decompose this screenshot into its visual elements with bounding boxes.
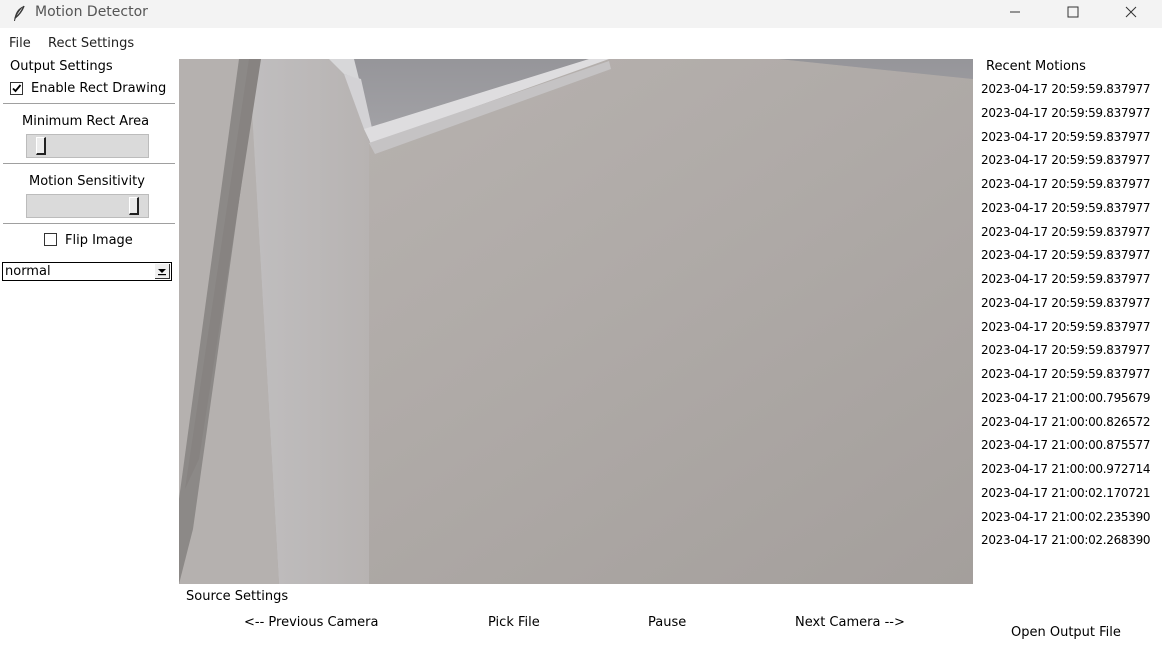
list-item[interactable]: 2023-04-17 20:59:59.837977 <box>981 106 1162 130</box>
list-item[interactable]: 2023-04-17 21:00:02.170721 <box>981 486 1162 510</box>
divider <box>3 103 175 105</box>
minimum-rect-area-label: Minimum Rect Area <box>22 114 150 129</box>
pause-button[interactable]: Pause <box>648 615 686 630</box>
list-item[interactable]: 2023-04-17 21:00:02.235390 <box>981 510 1162 534</box>
chevron-down-icon[interactable] <box>155 264 170 279</box>
open-output-file-button[interactable]: Open Output File <box>1011 625 1121 640</box>
divider <box>3 163 175 165</box>
list-item[interactable]: 2023-04-17 20:59:59.837977 <box>981 272 1162 296</box>
menu-rect-settings[interactable]: Rect Settings <box>48 36 134 51</box>
list-item[interactable]: 2023-04-17 21:00:00.875577 <box>981 438 1162 462</box>
divider <box>3 223 175 225</box>
list-item[interactable]: 2023-04-17 20:59:59.837977 <box>981 367 1162 391</box>
camera-feed <box>179 59 973 584</box>
list-item[interactable]: 2023-04-17 20:59:59.837977 <box>981 296 1162 320</box>
next-camera-button[interactable]: Next Camera --> <box>795 615 905 630</box>
maximize-icon <box>1067 6 1079 22</box>
minimize-icon <box>1009 6 1021 22</box>
window-title: Motion Detector <box>35 4 148 20</box>
mode-select[interactable]: normal <box>2 262 172 281</box>
slider-thumb[interactable] <box>36 137 46 155</box>
previous-camera-button[interactable]: <-- Previous Camera <box>244 615 379 630</box>
mode-select-value: normal <box>5 264 51 279</box>
list-item[interactable]: 2023-04-17 20:59:59.837977 <box>981 343 1162 367</box>
list-item[interactable]: 2023-04-17 21:00:00.972714 <box>981 462 1162 486</box>
menu-file[interactable]: File <box>9 36 31 51</box>
menu-bar: File Rect Settings <box>0 32 1162 54</box>
output-settings-title: Output Settings <box>10 59 113 74</box>
close-button[interactable] <box>1102 0 1160 28</box>
list-item[interactable]: 2023-04-17 20:59:59.837977 <box>981 225 1162 249</box>
enable-rect-drawing-label: Enable Rect Drawing <box>31 81 167 96</box>
maximize-button[interactable] <box>1044 0 1102 28</box>
flip-image-checkbox[interactable] <box>44 233 57 246</box>
list-item[interactable]: 2023-04-17 21:00:00.826572 <box>981 415 1162 439</box>
list-item[interactable]: 2023-04-17 21:00:00.795679 <box>981 391 1162 415</box>
title-bar: Motion Detector <box>0 0 1162 28</box>
slider-thumb[interactable] <box>129 197 139 215</box>
list-item[interactable]: 2023-04-17 20:59:59.837977 <box>981 130 1162 154</box>
recent-motions-title: Recent Motions <box>986 59 1086 74</box>
minimum-rect-area-slider[interactable] <box>26 134 149 158</box>
list-item[interactable]: 2023-04-17 20:59:59.837977 <box>981 248 1162 272</box>
list-item[interactable]: 2023-04-17 20:59:59.837977 <box>981 82 1162 106</box>
close-icon <box>1125 6 1137 22</box>
list-item[interactable]: 2023-04-17 21:00:02.268390 <box>981 533 1162 557</box>
source-settings-title: Source Settings <box>186 589 289 604</box>
list-item[interactable]: 2023-04-17 20:59:59.837977 <box>981 153 1162 177</box>
list-item[interactable]: 2023-04-17 20:59:59.837977 <box>981 177 1162 201</box>
output-settings-panel: Output Settings Enable Rect Drawing Mini… <box>0 56 178 661</box>
list-item[interactable]: 2023-04-17 20:59:59.837977 <box>981 320 1162 344</box>
recent-motions-list[interactable]: 2023-04-17 20:59:59.837977 2023-04-17 20… <box>981 82 1162 557</box>
feather-icon <box>12 5 26 23</box>
recent-motions-panel: Recent Motions 2023-04-17 20:59:59.83797… <box>975 56 1162 576</box>
motion-sensitivity-label: Motion Sensitivity <box>29 174 145 189</box>
flip-image-label: Flip Image <box>65 233 133 248</box>
motion-sensitivity-slider[interactable] <box>26 194 149 218</box>
minimize-button[interactable] <box>986 0 1044 28</box>
pick-file-button[interactable]: Pick File <box>488 615 540 630</box>
list-item[interactable]: 2023-04-17 20:59:59.837977 <box>981 201 1162 225</box>
enable-rect-drawing-checkbox[interactable] <box>10 82 23 95</box>
